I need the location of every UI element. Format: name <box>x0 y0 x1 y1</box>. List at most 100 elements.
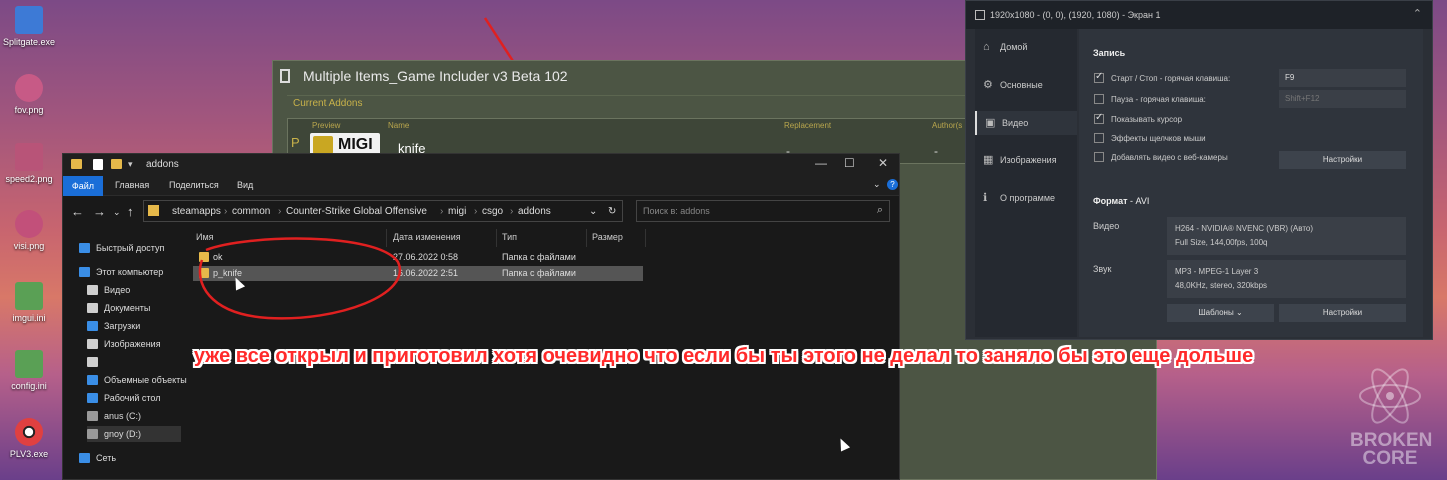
sidebar-item-downloads[interactable]: Загрузки <box>87 318 140 334</box>
video-folder-icon <box>87 285 98 295</box>
breadcrumb[interactable]: common <box>232 206 270 217</box>
folder-icon <box>148 205 159 216</box>
sidebar-item-video[interactable]: Видео <box>87 282 130 298</box>
sidebar-item-drive-d[interactable]: gnoy (D:) <box>87 426 181 442</box>
breadcrumb[interactable]: migi <box>448 206 466 217</box>
video-codec: H264 - NVIDIA® NVENC (VBR) (Авто) <box>1175 224 1314 233</box>
address-bar[interactable]: steamapps › common › Counter-Strike Glob… <box>143 200 623 222</box>
sidebar-label: Видео <box>104 285 131 295</box>
sidebar-item-network[interactable]: Сеть <box>79 450 116 466</box>
breadcrumb[interactable]: csgo <box>482 206 503 217</box>
nav-label: Видео <box>1002 118 1029 128</box>
desktop-icon <box>87 393 98 403</box>
cube-icon <box>87 375 98 385</box>
nav-general[interactable]: ⚙ Основные <box>975 73 1077 97</box>
breadcrumb[interactable]: steamapps <box>172 206 221 217</box>
search-input[interactable]: Поиск в: addons ⌕ <box>636 200 890 222</box>
pause-hotkey-checkbox[interactable] <box>1094 94 1104 104</box>
watermark-line: CORE <box>1362 448 1418 469</box>
sidebar-item-this-pc[interactable]: Этот компьютер <box>79 264 163 280</box>
capture-area-label: 1920x1080 - (0, 0), (1920, 1080) - Экран… <box>990 10 1161 20</box>
pause-hotkey-field[interactable]: Shift+F12 <box>1279 90 1406 108</box>
title-bar: ▾ addons — ☐ ✕ <box>63 154 899 176</box>
webcam-checkbox[interactable] <box>1094 152 1104 162</box>
tab-home[interactable]: Главная <box>115 180 149 190</box>
breadcrumb-separator: › <box>510 206 514 217</box>
document-icon <box>87 303 98 313</box>
show-cursor-checkbox[interactable] <box>1094 112 1104 124</box>
col-type[interactable]: Тип <box>502 232 517 242</box>
red-circle-annotation <box>198 237 402 320</box>
sidebar-label: Объемные объекты <box>104 375 187 385</box>
close-button[interactable]: ✕ <box>878 156 888 170</box>
chevron-down-icon[interactable]: ⌄ <box>873 179 881 190</box>
sidebar-label: Быстрый доступ <box>96 243 165 253</box>
download-icon <box>87 321 98 331</box>
col-size[interactable]: Размер <box>592 232 623 242</box>
click-effects-checkbox[interactable] <box>1094 133 1104 143</box>
sidebar-label: gnoy (D:) <box>104 429 142 439</box>
chevron-down-icon[interactable]: ⌄ <box>589 206 597 217</box>
start-stop-hotkey-field[interactable]: F9 <box>1279 69 1406 87</box>
option-label: Добавлять видео с веб-камеры <box>1111 153 1228 162</box>
back-arrow-icon[interactable]: ← <box>71 204 84 219</box>
window-title: addons <box>146 159 179 170</box>
image-icon: ▦ <box>983 154 994 166</box>
sidebar-label: Документы <box>104 303 151 313</box>
tab-file[interactable]: Файл <box>63 176 103 196</box>
nav-home[interactable]: ⌂ Домой <box>975 35 1077 59</box>
maximize-button[interactable]: ☐ <box>844 156 855 170</box>
recorder-settings-window: 1920x1080 - (0, 0), (1920, 1080) - Экран… <box>965 0 1433 340</box>
app-logo-icon <box>280 69 290 83</box>
recent-locations-icon[interactable]: ⌄ <box>113 207 121 218</box>
star-icon <box>79 243 90 253</box>
column-divider[interactable] <box>496 229 497 247</box>
breadcrumb-separator: › <box>440 206 444 217</box>
col-preview: Preview <box>312 121 341 130</box>
breadcrumb[interactable]: addons <box>518 206 551 217</box>
atom-watermark-icon <box>1359 368 1421 424</box>
new-folder-icon[interactable] <box>111 159 122 169</box>
audio-format-box[interactable]: MP3 - MPEG-1 Layer 3 48,0KHz, stereo, 32… <box>1167 260 1406 298</box>
column-divider[interactable] <box>586 229 587 247</box>
column-divider[interactable] <box>645 229 646 247</box>
start-stop-hotkey-checkbox[interactable] <box>1094 71 1104 83</box>
nav-video[interactable]: ▣ Видео <box>975 111 1077 135</box>
capture-area-checkbox[interactable] <box>975 10 985 20</box>
breadcrumb[interactable]: Counter-Strike Global Offensive <box>286 206 427 217</box>
tab-view[interactable]: Вид <box>237 180 253 190</box>
templates-dropdown[interactable]: Шаблоны ⌄ <box>1167 304 1274 322</box>
format-settings-button[interactable]: Настройки <box>1279 304 1406 322</box>
gear-icon: ⚙ <box>983 79 993 91</box>
home-icon: ⌂ <box>983 41 990 53</box>
chevron-up-icon[interactable]: ⌃ <box>1413 7 1422 20</box>
settings-main: Запись Старт / Стоп - горячая клавиша: F… <box>1079 29 1423 337</box>
addon-author: - <box>934 144 938 158</box>
sidebar-label: Сеть <box>96 453 117 463</box>
window-title: Multiple Items_Game Includer v3 Beta 102 <box>303 68 568 84</box>
refresh-icon[interactable]: ↻ <box>608 206 616 217</box>
quick-access-toolbar-dropdown[interactable]: ▾ <box>128 159 133 170</box>
up-arrow-icon[interactable]: ↑ <box>127 204 134 219</box>
nav-images[interactable]: ▦ Изображения <box>975 148 1077 172</box>
properties-icon[interactable] <box>93 159 103 170</box>
help-icon[interactable]: ? <box>887 179 898 190</box>
video-label: Видео <box>1093 221 1120 231</box>
video-format-box[interactable]: H264 - NVIDIA® NVENC (VBR) (Авто) Full S… <box>1167 217 1406 255</box>
audio-label: Звук <box>1093 264 1112 274</box>
chevron-down-icon: ⌄ <box>1235 308 1243 317</box>
forward-arrow-icon[interactable]: → <box>93 204 106 219</box>
record-section-title: Запись <box>1093 48 1126 58</box>
sidebar-item-desktop[interactable]: Рабочий стол <box>87 390 161 406</box>
tab-share[interactable]: Поделиться <box>169 180 219 190</box>
sidebar-item-drive-c[interactable]: anus (C:) <box>87 408 141 424</box>
sidebar-label: anus (C:) <box>104 411 142 421</box>
sidebar-item-quick-access[interactable]: Быстрый доступ <box>79 240 164 256</box>
minimize-button[interactable]: — <box>815 156 827 170</box>
webcam-settings-button[interactable]: Настройки <box>1279 151 1406 169</box>
video-params: Full Size, 144,00fps, 100q <box>1175 238 1268 247</box>
nav-about[interactable]: ℹ О программе <box>975 186 1077 210</box>
file-explorer-window: ▾ addons — ☐ ✕ Файл Главная Поделиться В… <box>62 153 900 480</box>
sidebar-item-3d-objects[interactable]: Объемные объекты <box>87 372 187 388</box>
sidebar-item-documents[interactable]: Документы <box>87 300 150 316</box>
